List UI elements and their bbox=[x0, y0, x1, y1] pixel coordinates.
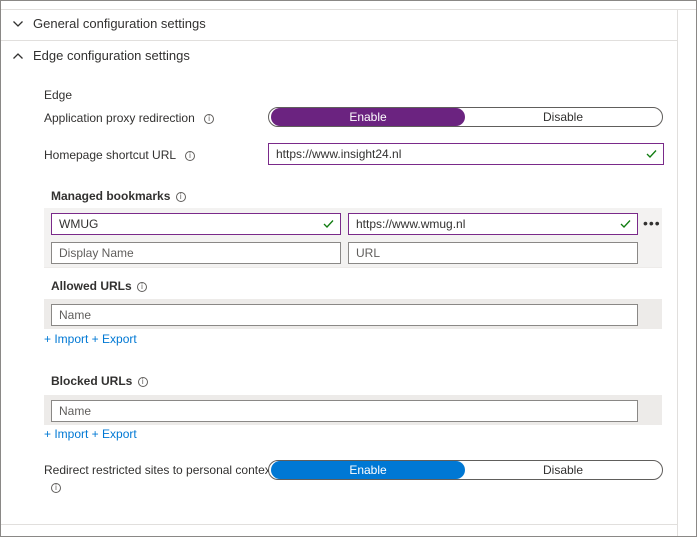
allowed-url-input[interactable]: Name bbox=[51, 304, 638, 326]
blocked-import-export-link[interactable]: + Import + Export bbox=[44, 427, 137, 441]
settings-panel bbox=[0, 0, 697, 537]
bookmarks-label-text: Managed bookmarks bbox=[51, 189, 171, 203]
info-icon[interactable]: i bbox=[137, 376, 148, 387]
general-section-title: General configuration settings bbox=[33, 16, 206, 31]
scrollbar-track[interactable] bbox=[677, 9, 678, 536]
blocked-url-input[interactable]: Name bbox=[51, 400, 638, 422]
proxy-toggle[interactable]: Enable Disable bbox=[268, 107, 663, 127]
blocked-urls-label: Blocked URLs i bbox=[51, 374, 148, 388]
redirect-toggle[interactable]: Enable Disable bbox=[268, 460, 663, 480]
allowed-import-export-link[interactable]: + Import + Export bbox=[44, 332, 137, 346]
chevron-up-icon bbox=[13, 53, 23, 59]
homepage-label: Homepage shortcut URL i bbox=[44, 148, 195, 162]
chevron-down-icon bbox=[13, 21, 23, 27]
proxy-disable-option[interactable]: Disable bbox=[465, 108, 661, 126]
edge-section-header[interactable]: Edge configuration settings bbox=[1, 41, 677, 71]
check-icon bbox=[646, 150, 657, 158]
info-icon[interactable]: i bbox=[184, 150, 195, 161]
bookmark-name-value: WMUG bbox=[59, 217, 99, 231]
bookmarks-label: Managed bookmarks i bbox=[51, 189, 186, 203]
info-icon[interactable]: i bbox=[204, 113, 215, 124]
new-bookmark-url-input[interactable]: URL bbox=[348, 242, 638, 264]
allowed-urls-label-text: Allowed URLs bbox=[51, 279, 132, 293]
blocked-urls-label-text: Blocked URLs bbox=[51, 374, 133, 388]
homepage-url-value: https://www.insight24.nl bbox=[276, 147, 402, 161]
general-section-header[interactable]: General configuration settings bbox=[1, 9, 677, 39]
divider bbox=[1, 524, 677, 525]
info-icon[interactable]: i bbox=[137, 281, 148, 292]
bookmark-url-value: https://www.wmug.nl bbox=[356, 217, 466, 231]
blocked-url-placeholder: Name bbox=[59, 404, 92, 418]
edge-section-title: Edge configuration settings bbox=[33, 48, 190, 63]
edge-heading: Edge bbox=[44, 88, 73, 102]
redirect-label: Redirect restricted sites to personal co… bbox=[44, 463, 275, 477]
bookmark-url-input[interactable]: https://www.wmug.nl bbox=[348, 213, 638, 235]
check-icon bbox=[620, 220, 631, 228]
check-icon bbox=[323, 220, 334, 228]
proxy-enable-option[interactable]: Enable bbox=[271, 108, 465, 126]
divider bbox=[44, 267, 662, 268]
allowed-url-placeholder: Name bbox=[59, 308, 92, 322]
proxy-label-text: Application proxy redirection bbox=[44, 111, 195, 125]
new-bookmark-url-placeholder: URL bbox=[356, 246, 381, 260]
redirect-disable-option[interactable]: Disable bbox=[465, 461, 661, 479]
redirect-enable-option[interactable]: Enable bbox=[271, 461, 465, 479]
more-icon[interactable]: ••• bbox=[643, 216, 661, 230]
proxy-label: Application proxy redirection i bbox=[44, 111, 215, 125]
new-bookmark-name-placeholder: Display Name bbox=[59, 246, 134, 260]
bookmark-name-input[interactable]: WMUG bbox=[51, 213, 341, 235]
new-bookmark-name-input[interactable]: Display Name bbox=[51, 242, 341, 264]
homepage-label-text: Homepage shortcut URL bbox=[44, 148, 176, 162]
info-icon[interactable]: i bbox=[175, 191, 186, 202]
info-icon[interactable]: i bbox=[51, 483, 61, 493]
homepage-url-input[interactable]: https://www.insight24.nl bbox=[268, 143, 664, 165]
allowed-urls-label: Allowed URLs i bbox=[51, 279, 148, 293]
